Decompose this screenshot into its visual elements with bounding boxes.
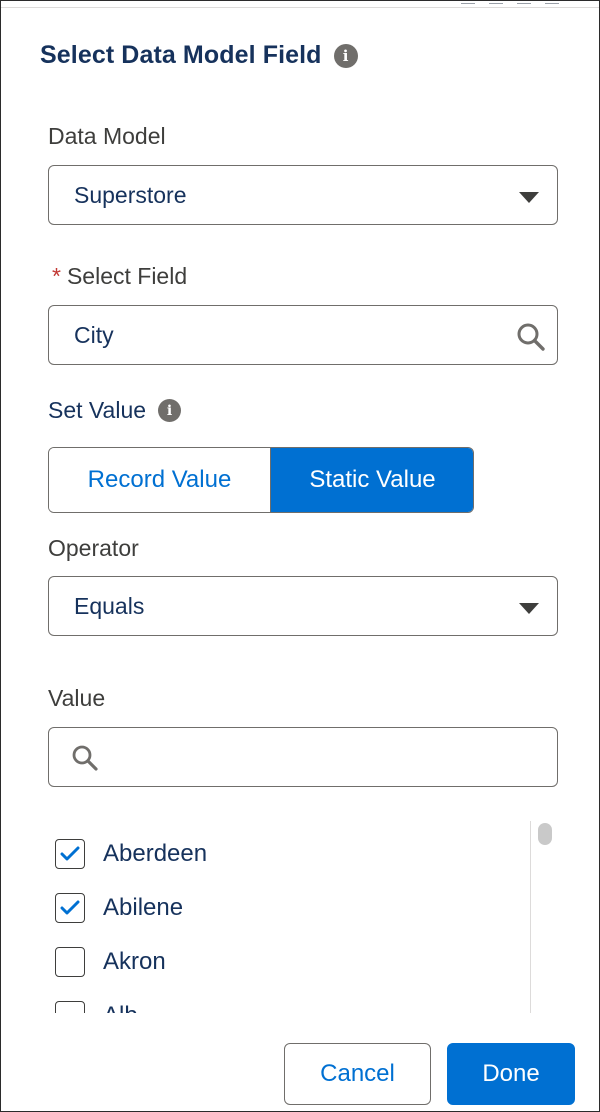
required-indicator: *: [52, 263, 61, 289]
select-field-value: City: [74, 322, 114, 348]
checkbox-abilene[interactable]: [55, 893, 85, 923]
record-value-button[interactable]: Record Value: [49, 448, 271, 512]
data-model-select[interactable]: Superstore: [48, 165, 558, 225]
search-icon: [72, 745, 98, 771]
set-value-toggle: Record Value Static Value: [48, 447, 474, 513]
value-search-input[interactable]: [48, 727, 558, 787]
list-item[interactable]: Akron: [55, 947, 166, 977]
option-label: Aberdeen: [103, 840, 208, 867]
operator-select[interactable]: Equals: [48, 576, 558, 636]
set-value-label: Set Value: [48, 397, 147, 423]
cancel-button[interactable]: Cancel: [284, 1043, 431, 1105]
checkbox-aberdeen[interactable]: [55, 839, 85, 869]
select-field-label: Select Field: [66, 263, 188, 289]
list-item[interactable]: Alb: [55, 1001, 138, 1013]
checkmark-icon: [60, 900, 80, 915]
data-model-label: Data Model: [48, 123, 166, 149]
operator-value: Equals: [74, 593, 145, 619]
operator-label: Operator: [48, 535, 139, 561]
dialog-panel: Select Data Model Field i Data Model Sup…: [0, 0, 600, 1112]
scrollbar[interactable]: [530, 821, 559, 1013]
top-strip: [1, 1, 599, 8]
search-icon[interactable]: [516, 322, 546, 352]
data-model-value: Superstore: [74, 182, 187, 208]
set-value-label-row: Set Value i: [48, 397, 182, 424]
dialog-header: Select Data Model Field i: [40, 41, 358, 70]
list-item[interactable]: Aberdeen: [55, 839, 207, 869]
scrollbar-thumb[interactable]: [538, 823, 552, 845]
option-label: Abilene: [103, 894, 184, 921]
info-icon[interactable]: i: [158, 399, 182, 422]
done-button[interactable]: Done: [447, 1043, 575, 1105]
static-value-button[interactable]: Static Value: [271, 448, 473, 512]
checkmark-icon: [60, 846, 80, 861]
option-label: Akron: [103, 948, 166, 975]
value-label: Value: [48, 685, 106, 711]
list-item[interactable]: Abilene: [55, 893, 183, 923]
checkbox-alb[interactable]: [55, 1001, 85, 1013]
checkbox-akron[interactable]: [55, 947, 85, 977]
select-field-input[interactable]: City: [48, 305, 558, 365]
value-options-list: Aberdeen Abilene Akron Alb: [48, 821, 560, 1013]
info-icon[interactable]: i: [333, 43, 358, 68]
dialog-title: Select Data Model Field: [40, 41, 322, 69]
select-field-label-row: * Select Field: [48, 263, 187, 290]
chevron-down-icon: [519, 603, 539, 614]
chevron-down-icon: [519, 192, 539, 203]
top-strip-marks: [461, 1, 559, 5]
option-label: Alb: [103, 1002, 138, 1013]
